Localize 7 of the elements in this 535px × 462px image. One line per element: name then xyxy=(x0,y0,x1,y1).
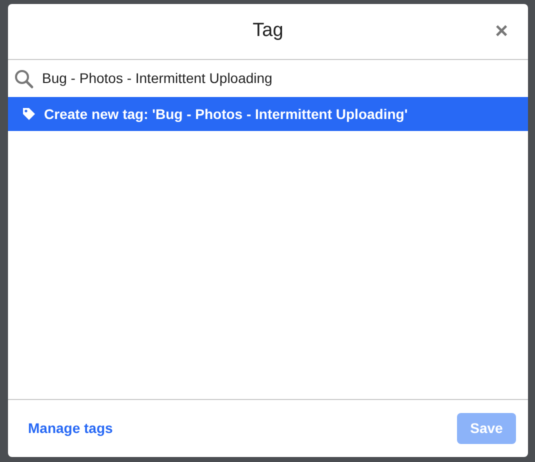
search-icon xyxy=(14,68,34,88)
manage-tags-link[interactable]: Manage tags xyxy=(28,418,113,439)
tag-icon xyxy=(22,107,36,121)
dialog-title: Tag xyxy=(252,19,284,44)
search-field[interactable]: Bug - Photos - Intermittent Uploading xyxy=(42,68,522,89)
create-tag-option[interactable]: Create new tag: 'Bug - Photos - Intermittent Uploading' xyxy=(8,97,528,131)
close-button[interactable]: × xyxy=(495,20,508,42)
